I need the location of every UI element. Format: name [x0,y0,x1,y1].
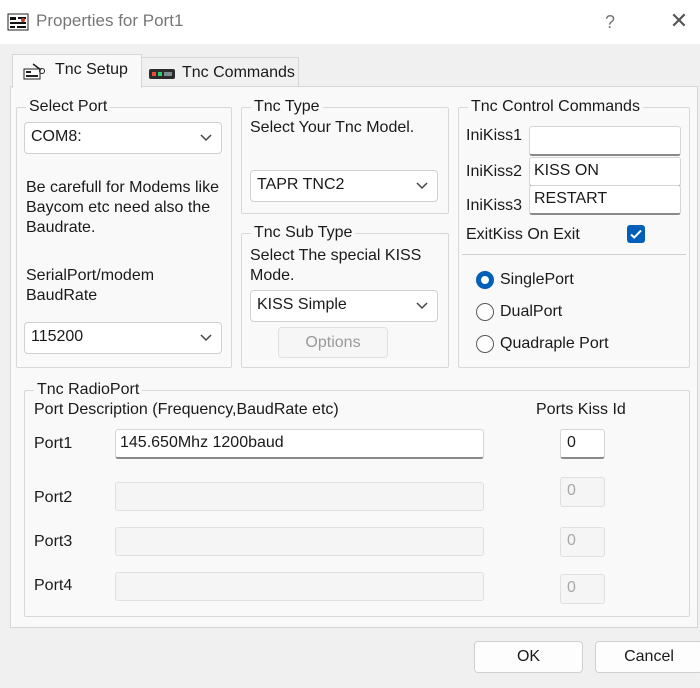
inikiss2-label: IniKiss2 [466,163,523,180]
baudrate-warning-line3: Baudrate. [26,219,96,236]
baudrate-select-value: 115200 [31,328,84,345]
checkmark-icon [630,229,642,239]
port4-label: Port4 [34,577,73,594]
port1-kiss-id-input[interactable]: 0 [560,429,605,459]
port3-label: Port3 [34,533,73,550]
tnc-model-select[interactable]: TAPR TNC2 [250,170,438,202]
inikiss2-input[interactable]: KISS ON [529,157,681,187]
title-bar: Properties for Port1 ? ✕ [0,0,700,44]
tnc-sub-type-prompt-line1: Select The special KISS [250,247,422,264]
close-button[interactable]: ✕ [664,6,694,36]
port3-kiss-id-input[interactable]: 0 [560,527,605,557]
baudrate-warning-line1: Be carefull for Modems like [26,179,219,196]
chevron-down-icon [200,134,212,142]
port1-description-value: 145.650Mhz 1200baud [120,434,284,451]
cancel-button[interactable]: Cancel [595,641,700,673]
tnc-type-prompt: Select Your Tnc Model. [250,119,415,136]
chevron-down-icon [416,182,428,190]
control-separator [462,254,686,255]
tnc-radioport-legend: Tnc RadioPort [37,381,140,398]
inikiss1-label: IniKiss1 [466,127,523,144]
exitkiss-label: ExitKiss On Exit [466,226,580,243]
quadraple-port-radio[interactable] [476,335,494,353]
port2-description-input[interactable] [115,482,484,511]
port4-description-input[interactable] [115,572,484,601]
port-select-value: COM8: [31,128,82,145]
tab-tnc-commands[interactable]: Tnc Commands [141,57,299,88]
tnc-sub-type-legend: Tnc Sub Type [254,224,353,241]
inikiss3-label: IniKiss3 [466,197,523,214]
window-title: Properties for Port1 [36,11,184,30]
port4-kiss-id-value: 0 [567,579,576,596]
singleport-label: SinglePort [500,271,574,288]
quadraple-port-label: Quadraple Port [500,335,609,352]
options-button[interactable]: Options [278,327,388,358]
tab-tnc-setup[interactable]: Tnc Setup [12,54,142,88]
tnc-type-legend: Tnc Type [254,98,320,115]
tab-tnc-setup-label: Tnc Setup [55,61,128,78]
dualport-label: DualPort [500,303,563,320]
baudrate-label-line2: BaudRate [26,287,98,304]
properties-dialog: Properties for Port1 ? ✕ Tnc Setup Tnc C… [0,0,700,688]
port2-kiss-id-value: 0 [567,482,576,499]
port3-description-input[interactable] [115,527,484,556]
baudrate-warning-line2: Baycom etc need also the [26,199,211,216]
inikiss3-value: RESTART [534,190,608,207]
select-port-legend: Select Port [29,98,108,115]
port2-label: Port2 [34,489,73,506]
dualport-radio[interactable] [476,303,494,321]
port2-kiss-id-input[interactable]: 0 [560,477,605,507]
baudrate-select[interactable]: 115200 [24,322,222,354]
kiss-mode-value: KISS Simple [257,296,347,313]
port-description-header: Port Description (Frequency,BaudRate etc… [34,401,339,418]
port3-kiss-id-value: 0 [567,532,576,549]
port-select[interactable]: COM8: [24,122,222,154]
app-icon [7,13,29,31]
baudrate-label-line1: SerialPort/modem [26,267,155,284]
inikiss3-input[interactable]: RESTART [529,185,681,215]
ports-kiss-id-header: Ports Kiss Id [536,401,626,418]
ok-button[interactable]: OK [474,641,583,673]
tab-tnc-commands-label: Tnc Commands [182,64,295,81]
help-button[interactable]: ? [598,8,622,36]
exitkiss-checkbox[interactable] [627,225,645,243]
tnc-setup-icon [23,63,45,80]
inikiss1-input[interactable] [529,126,681,156]
chevron-down-icon [200,334,212,342]
port1-description-input[interactable]: 145.650Mhz 1200baud [115,429,484,459]
port1-label: Port1 [34,435,73,452]
tnc-model-value: TAPR TNC2 [257,176,345,193]
port4-kiss-id-input[interactable]: 0 [560,574,605,604]
port1-kiss-id-value: 0 [567,434,576,451]
singleport-radio[interactable] [476,271,494,289]
chevron-down-icon [416,302,428,310]
tnc-sub-type-prompt-line2: Mode. [250,267,295,284]
kiss-mode-select[interactable]: KISS Simple [250,290,438,322]
tnc-commands-icon [149,69,175,79]
tnc-control-legend: Tnc Control Commands [471,98,640,115]
inikiss2-value: KISS ON [534,162,599,179]
